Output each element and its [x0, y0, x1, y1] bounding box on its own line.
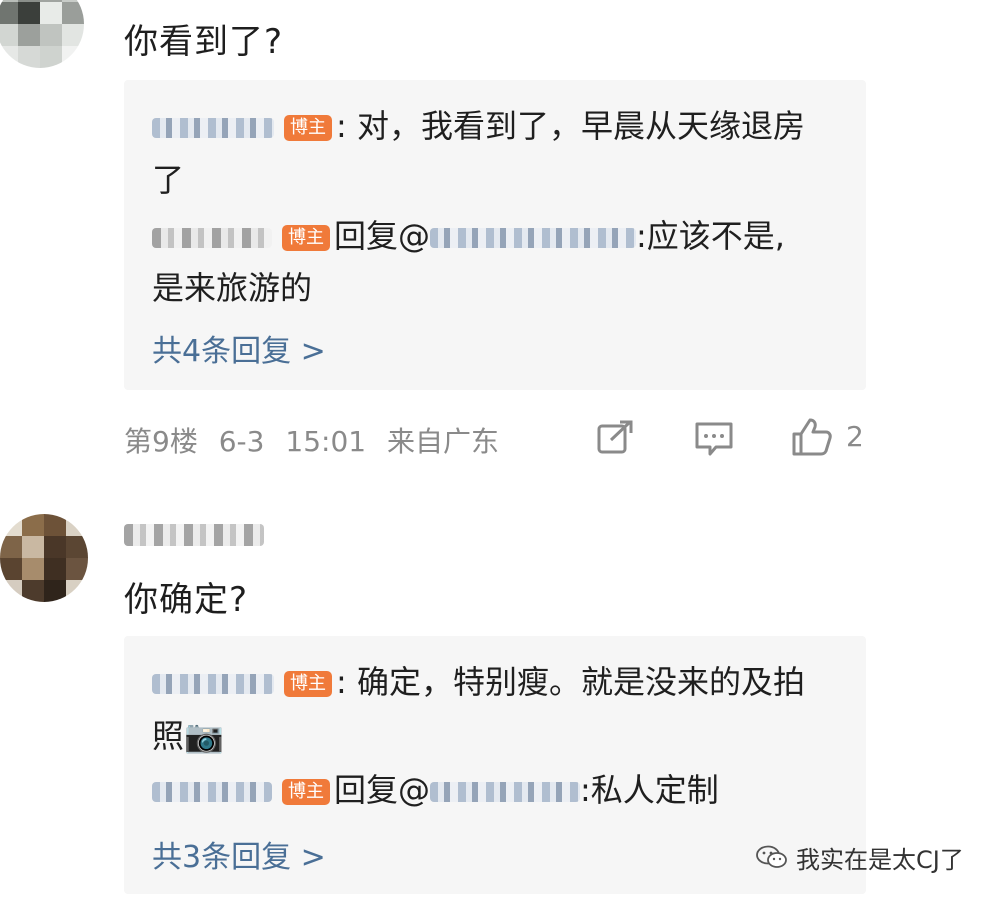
comment-icon[interactable] — [694, 420, 734, 458]
blurred-username[interactable] — [124, 524, 264, 546]
watermark: 我实在是太CJ了 — [756, 840, 964, 875]
reply-prefix: 回复@ — [334, 771, 431, 809]
avatar[interactable] — [0, 514, 88, 602]
comment-text: 你看到了? — [124, 22, 284, 62]
reply-item[interactable]: 博主 回复@ :私人定制 — [152, 770, 719, 810]
comment-date: 6-3 — [218, 425, 265, 458]
floor-number: 第9楼 — [124, 425, 198, 458]
blurred-username[interactable] — [152, 674, 274, 694]
blurred-username[interactable] — [152, 118, 274, 138]
reply-item[interactable]: 博主: 对，我看到了，早晨从天缘退房 — [152, 106, 805, 146]
reply-text: : 对，我看到了，早晨从天缘退房 — [336, 107, 805, 145]
more-replies-link[interactable]: 共4条回复 > — [152, 326, 326, 370]
author-badge: 博主 — [282, 779, 330, 805]
reply-text-continued: 照📷 — [152, 717, 224, 755]
comment-time: 15:01 — [285, 425, 367, 458]
reply-item[interactable]: 博主 回复@ :应该不是, — [152, 216, 785, 256]
comment-location: 来自广东 — [386, 425, 499, 458]
reply-item[interactable]: 博主: 确定，特别瘦。就是没来的及拍 — [152, 662, 805, 702]
comment-text: 你确定? — [124, 580, 249, 620]
blurred-mention[interactable] — [430, 782, 581, 802]
like-icon[interactable] — [790, 416, 834, 458]
like-count: 2 — [846, 420, 864, 453]
avatar[interactable] — [0, 0, 84, 68]
author-badge: 博主 — [284, 115, 332, 141]
blurred-mention[interactable] — [430, 228, 637, 248]
more-replies-link[interactable]: 共3条回复 > — [152, 832, 326, 876]
blurred-username[interactable] — [152, 782, 272, 802]
reply-text-continued: 了 — [152, 161, 185, 199]
blurred-username[interactable] — [152, 228, 272, 248]
reply-text: : 确定，特别瘦。就是没来的及拍 — [336, 663, 805, 701]
reply-text-continued: 是来旅游的 — [152, 269, 313, 307]
author-badge: 博主 — [284, 671, 332, 697]
author-badge: 博主 — [282, 225, 330, 251]
reply-text: :私人定制 — [580, 771, 719, 809]
reply-box[interactable]: 博主: 对，我看到了，早晨从天缘退房 了 博主 回复@:应该不是, 是来旅游的 共… — [124, 80, 866, 390]
reply-box[interactable]: 博主: 确定，特别瘦。就是没来的及拍 照📷 博主 回复@:私人定制 共3条回复 > — [124, 636, 866, 894]
reply-text: :应该不是, — [636, 217, 785, 255]
comment-meta: 第9楼 6-3 15:01 来自广东 — [124, 420, 499, 460]
watermark-text: 我实在是太CJ了 — [796, 846, 964, 874]
wechat-icon — [756, 845, 787, 868]
reply-prefix: 回复@ — [334, 217, 431, 255]
share-icon[interactable] — [596, 420, 636, 456]
